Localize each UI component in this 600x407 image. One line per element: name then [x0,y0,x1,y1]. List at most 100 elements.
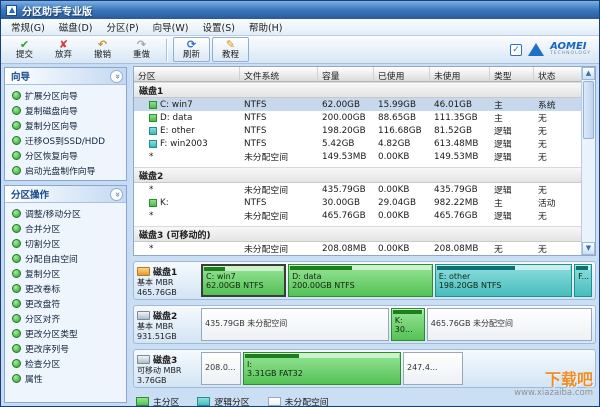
sidebar-item-partition-alignment[interactable]: 分区对齐 [6,311,125,326]
usage-strip [576,266,590,270]
aomei-logo-icon [528,43,544,56]
sidebar-item-copy-disk-wizard[interactable]: 复制磁盘向导 [6,103,125,118]
type-cell: 逻辑 [490,124,534,137]
column-header-partition[interactable]: 分区 [134,67,240,81]
undo-icon: ↶ [98,39,107,50]
scrollbar-track[interactable] [582,80,595,242]
apply-button[interactable]: ✔ 提交 [6,37,43,62]
sidebar-item-allocate-free-space[interactable]: 分配自由空间 [6,251,125,266]
table-row[interactable]: * 未分配空间 465.76GB 0.00KB 465.76GB 逻辑 无 [134,209,581,222]
wizards-panel-header[interactable]: 向导 » [5,68,126,85]
disk-group-header[interactable]: 磁盘2 [134,167,581,183]
used-cell: 116.68GB [374,126,430,136]
sidebar-item-split-partition[interactable]: 切割分区 [6,236,125,251]
sidebar-item-copy-partition[interactable]: 复制分区 [6,266,125,281]
disk-info[interactable]: 磁盘2 基本 MBR 931.51GB [137,308,197,341]
collapse-chevron-icon[interactable]: » [110,188,123,201]
wizard-icon [12,136,21,145]
table-row[interactable]: F: win2003 NTFS 5.42GB 4.82GB 613.48MB 逻… [134,137,581,150]
content-area: 向导 » 扩展分区向导 复制磁盘向导 复制分区向导 迁移OS到SSD/HDD 分… [1,64,599,406]
table-row[interactable]: D: data NTFS 200.00GB 88.65GB 111.35GB 主… [134,111,581,124]
table-row[interactable]: K: NTFS 30.00GB 29.04GB 982.22MB 主 活动 [134,196,581,209]
operation-icon [12,239,21,248]
unused-cell: 465.76GB [430,211,490,221]
unallocated-block[interactable]: 435.79GB 未分配空间 [201,308,389,341]
disk-kind: 基本 MBR [137,278,197,288]
menu-general[interactable]: 常规(G) [4,18,52,36]
sidebar-item-change-partition-type[interactable]: 更改分区类型 [6,326,125,341]
sidebar-item-properties[interactable]: 属性 [6,371,125,386]
partition-block-d[interactable]: D: data 200.00GB NTFS [288,264,433,297]
unallocated-block[interactable]: 465.76GB 未分配空间 [427,308,592,341]
collapse-chevron-icon[interactable]: » [110,70,123,83]
sidebar-item-resize-move-partition[interactable]: 调整/移动分区 [6,206,125,221]
sidebar-item-partition-recovery-wizard[interactable]: 分区恢复向导 [6,148,125,163]
partition-block-e[interactable]: E: other 198.20GB NTFS [435,264,572,297]
sidebar-item-check-partition[interactable]: 检查分区 [6,356,125,371]
refresh-button[interactable]: ⟳ 刷新 [173,37,210,62]
menu-settings[interactable]: 设置(S) [195,18,241,36]
toolbar-separator [166,39,167,61]
sidebar-item-change-drive-letter[interactable]: 更改盘符 [6,296,125,311]
menu-disk[interactable]: 磁盘(D) [52,18,100,36]
table-row[interactable]: * 未分配空间 208.08MB 0.00KB 208.08MB 无 无 [134,242,581,255]
table-row[interactable]: * 未分配空间 435.79GB 0.00KB 435.79GB 逻辑 无 [134,183,581,196]
discard-button[interactable]: ✘ 放弃 [45,37,82,62]
column-header-capacity[interactable]: 容量 [318,67,374,81]
status-cell: 无 [534,209,581,222]
unused-cell: 208.08MB [430,244,490,254]
column-header-filesystem[interactable]: 文件系统 [240,67,318,81]
menu-wizard[interactable]: 向导(W) [146,18,196,36]
column-header-unused[interactable]: 未使用 [430,67,490,81]
sidebar-item-merge-partitions[interactable]: 合并分区 [6,221,125,236]
status-cell: 无 [534,124,581,137]
table-row[interactable]: E: other NTFS 198.20GB 116.68GB 81.52GB … [134,124,581,137]
column-header-status[interactable]: 状态 [534,67,581,81]
operations-panel-header[interactable]: 分区操作 » [5,186,126,203]
unused-cell: 81.52GB [430,126,490,136]
sidebar-item-copy-partition-wizard[interactable]: 复制分区向导 [6,118,125,133]
scrollbar-thumb[interactable] [583,81,594,139]
partition-block-c[interactable]: C: win7 62.00GB NTFS [201,264,286,297]
table-header: 分区 文件系统 容量 已使用 未使用 类型 状态 [134,67,581,82]
title-bar[interactable]: 分区助手专业版 [1,1,599,19]
type-cell: 逻辑 [490,209,534,222]
capacity-cell: 198.20GB [318,126,374,136]
sidebar-item-extend-partition-wizard[interactable]: 扩展分区向导 [6,88,125,103]
column-header-type[interactable]: 类型 [490,67,534,81]
partition-name-cell: E: other [134,126,240,136]
disk-info[interactable]: 磁盘1 基本 MBR 465.76GB [137,264,197,297]
sidebar-item-change-serial-number[interactable]: 更改序列号 [6,341,125,356]
menu-help[interactable]: 帮助(H) [242,18,290,36]
app-window: 分区助手专业版 常规(G) 磁盘(D) 分区(P) 向导(W) 设置(S) 帮助… [0,0,600,407]
unallocated-block[interactable]: 208.0... [201,352,241,385]
disk-group-header[interactable]: 磁盘1 [134,82,581,98]
undo-button[interactable]: ↶ 撤销 [84,37,121,62]
partition-table: 分区 文件系统 容量 已使用 未使用 类型 状态 磁盘1 C: win7 NTF… [133,66,596,256]
operations-panel: 分区操作 » 调整/移动分区 合并分区 切割分区 分配自由空间 复制分区 更改卷… [4,185,127,403]
unused-cell: 46.01GB [430,100,490,110]
wizard-icon [12,91,21,100]
disk-group-header[interactable]: 磁盘3 (可移动的) [134,226,581,242]
primary-partition-icon [149,199,157,207]
sidebar-item-migrate-os-to-ssd-hdd[interactable]: 迁移OS到SSD/HDD [6,133,125,148]
column-header-used[interactable]: 已使用 [374,67,430,81]
partition-block-k[interactable]: K: 30... [391,308,425,341]
partition-block-i[interactable]: I: 3.31GB FAT32 [243,352,401,385]
sidebar-item-change-label[interactable]: 更改卷标 [6,281,125,296]
table-row[interactable]: * 未分配空间 149.53MB 0.00KB 149.53MB 逻辑 无 [134,150,581,163]
disk-info[interactable]: 磁盘3 可移动 MBR 3.76GB [137,352,197,385]
sidebar-item-bootable-cd-wizard[interactable]: 启动光盘制作向导 [6,163,125,178]
table-row[interactable]: C: win7 NTFS 62.00GB 15.99GB 46.01GB 主 系… [134,98,581,111]
menu-partition[interactable]: 分区(P) [100,18,146,36]
scroll-down-icon[interactable]: ▼ [582,242,595,255]
disk-icon [137,355,150,364]
unused-cell: 435.79GB [430,185,490,195]
type-cell: 逻辑 [490,137,534,150]
partition-block-f[interactable]: F... [574,264,592,297]
vertical-scrollbar[interactable]: ▲ ▼ [581,67,595,255]
scroll-up-icon[interactable]: ▲ [582,67,595,80]
unallocated-block[interactable]: 247.4... [403,352,463,385]
tutorial-button[interactable]: ✎ 教程 [212,37,249,62]
redo-button[interactable]: ↷ 重做 [123,37,160,62]
